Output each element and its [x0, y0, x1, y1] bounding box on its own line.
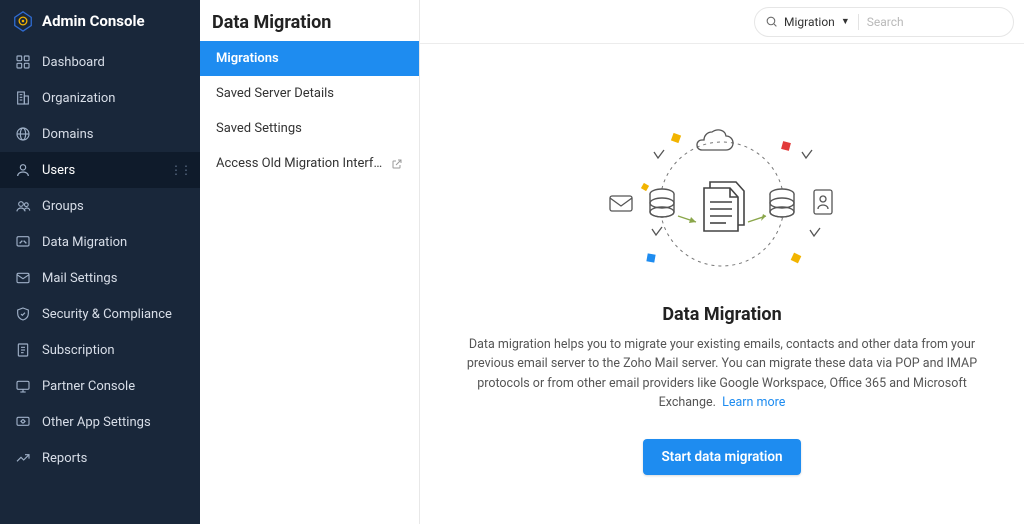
subnav-item-label: Access Old Migration Interfa...	[216, 156, 383, 171]
sidebar-item-label: Dashboard	[42, 55, 105, 70]
reports-icon	[14, 449, 32, 467]
sidebar-item-label: Security & Compliance	[42, 307, 172, 322]
drag-handle-icon: ⋮⋮	[170, 163, 190, 177]
subnav-item-saved-server-details[interactable]: Saved Server Details	[200, 76, 419, 111]
start-migration-button[interactable]: Start data migration	[643, 439, 800, 475]
sidebar-item-label: Domains	[42, 127, 93, 142]
search-input[interactable]	[867, 15, 987, 29]
external-link-icon	[391, 158, 403, 170]
dashboard-icon	[14, 53, 32, 71]
shield-icon	[14, 305, 32, 323]
subpanel: Data Migration Migrations Saved Server D…	[200, 0, 420, 524]
subnav-item-saved-settings[interactable]: Saved Settings	[200, 111, 419, 146]
sidebar-item-label: Data Migration	[42, 235, 127, 250]
migration-illustration	[592, 104, 852, 294]
sidebar-item-label: Mail Settings	[42, 271, 117, 286]
sidebar-item-label: Partner Console	[42, 379, 135, 394]
globe-icon	[14, 125, 32, 143]
sidebar-item-partner-console[interactable]: Partner Console	[0, 368, 200, 404]
sidebar-item-other-app-settings[interactable]: Other App Settings	[0, 404, 200, 440]
main: Migration ▼	[420, 0, 1024, 524]
sidebar-item-mail-settings[interactable]: Mail Settings	[0, 260, 200, 296]
sidebar-item-groups[interactable]: Groups	[0, 188, 200, 224]
subnav-item-migrations[interactable]: Migrations	[200, 41, 419, 76]
empty-state-text: Data migration helps you to migrate your…	[450, 335, 994, 413]
sidebar-item-data-migration[interactable]: Data Migration	[0, 224, 200, 260]
subnav-item-old-interface[interactable]: Access Old Migration Interfa...	[200, 146, 419, 181]
search-scope-dropdown[interactable]: Migration ▼	[784, 15, 850, 29]
caret-down-icon: ▼	[841, 16, 850, 27]
sidebar-item-reports[interactable]: Reports	[0, 440, 200, 476]
subnav-item-label: Migrations	[216, 51, 279, 66]
sidebar-item-label: Users	[42, 163, 75, 178]
page-title: Data Migration	[200, 0, 419, 41]
building-icon	[14, 89, 32, 107]
sidebar-item-label: Reports	[42, 451, 87, 466]
subnav-item-label: Saved Server Details	[216, 86, 334, 101]
users-icon	[14, 197, 32, 215]
empty-state-title: Data Migration	[662, 304, 781, 325]
divider	[858, 14, 859, 30]
brand: Admin Console	[0, 0, 200, 40]
sidebar-item-label: Groups	[42, 199, 84, 214]
sidebar-item-security[interactable]: Security & Compliance	[0, 296, 200, 332]
search-scope-label: Migration	[784, 15, 835, 29]
sidebar-item-label: Subscription	[42, 343, 115, 358]
subnav: Migrations Saved Server Details Saved Se…	[200, 41, 419, 181]
sidebar: Admin Console Dashboard Organization Dom…	[0, 0, 200, 524]
subnav-item-label: Saved Settings	[216, 121, 302, 136]
sidebar-item-label: Organization	[42, 91, 115, 106]
brand-title: Admin Console	[42, 12, 145, 30]
sidebar-nav: Dashboard Organization Domains Users ⋮⋮ …	[0, 40, 200, 476]
learn-more-link[interactable]: Learn more	[722, 395, 785, 410]
settings-icon	[14, 413, 32, 431]
mail-icon	[14, 269, 32, 287]
user-icon	[14, 161, 32, 179]
topbar: Migration ▼	[420, 0, 1024, 44]
migration-icon	[14, 233, 32, 251]
sidebar-item-domains[interactable]: Domains	[0, 116, 200, 152]
sidebar-item-dashboard[interactable]: Dashboard	[0, 44, 200, 80]
search-box[interactable]: Migration ▼	[754, 7, 1014, 37]
search-icon	[765, 15, 778, 28]
partner-icon	[14, 377, 32, 395]
receipt-icon	[14, 341, 32, 359]
sidebar-item-organization[interactable]: Organization	[0, 80, 200, 116]
brand-logo-icon	[12, 10, 34, 32]
sidebar-item-subscription[interactable]: Subscription	[0, 332, 200, 368]
sidebar-item-users[interactable]: Users ⋮⋮	[0, 152, 200, 188]
content: Data Migration Data migration helps you …	[420, 44, 1024, 524]
sidebar-item-label: Other App Settings	[42, 415, 151, 430]
